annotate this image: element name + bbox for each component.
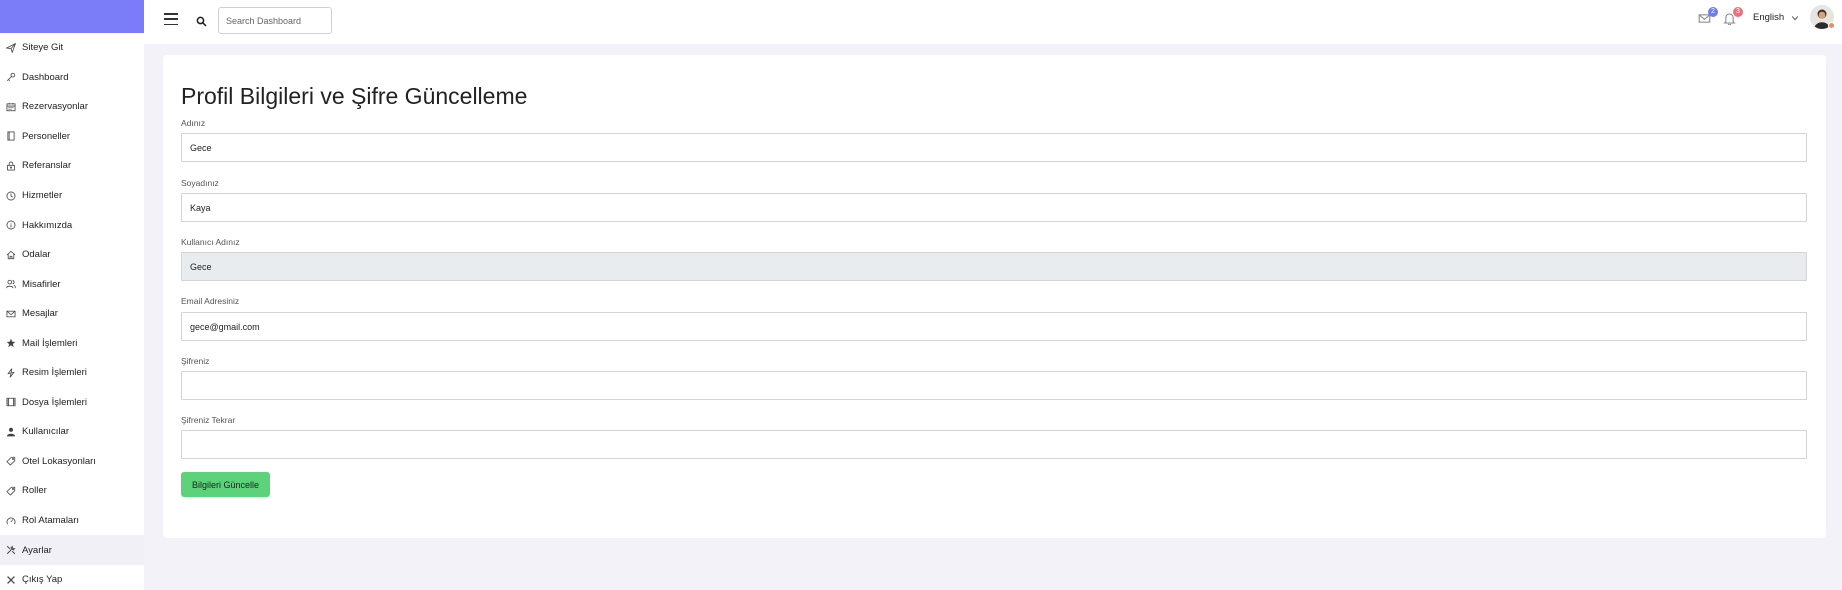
star-icon	[5, 337, 17, 349]
profile-card: Profil Bilgileri ve Şifre Güncelleme Adı…	[163, 55, 1826, 538]
info-icon	[5, 219, 17, 231]
topbar: 2 3 English	[144, 0, 1842, 44]
sidebar-item-label: Roller	[22, 485, 47, 497]
sidebar-item-hizmetler[interactable]: Hizmetler	[0, 181, 144, 211]
messages-badge: 2	[1708, 7, 1718, 17]
clock-icon	[5, 190, 17, 202]
sidebar-item-referanslar[interactable]: Referanslar	[0, 151, 144, 181]
password-input[interactable]	[181, 371, 1807, 400]
sidebar-item-rol-atamalari[interactable]: Rol Atamaları	[0, 506, 144, 536]
sidebar-item-label: Otel Lokasyonları	[22, 455, 96, 467]
sidebar-item-personeller[interactable]: Personeller	[0, 122, 144, 152]
key-icon	[5, 71, 17, 83]
password-confirm-label: Şifreniz Tekrar	[181, 415, 236, 425]
book-icon	[5, 130, 17, 142]
sidebar-item-label: Çıkış Yap	[22, 574, 63, 586]
sidebar-item-dosya-islemleri[interactable]: Dosya İşlemleri	[0, 388, 144, 418]
gauge-icon	[5, 515, 17, 527]
language-label: English	[1753, 12, 1785, 23]
sidebar-item-resim-islemleri[interactable]: Resim İşlemleri	[0, 358, 144, 388]
sidebar-item-label: Resim İşlemleri	[22, 367, 87, 379]
sidebar-item-label: Ayarlar	[22, 544, 52, 556]
notifications-badge: 3	[1733, 7, 1743, 17]
email-input[interactable]	[181, 312, 1807, 341]
sidebar-item-label: Mail İşlemleri	[22, 337, 78, 349]
first-name-label: Adınız	[181, 118, 206, 128]
sidebar-item-label: Mesajlar	[22, 308, 58, 320]
chevron-down-icon	[1791, 14, 1799, 22]
search-input[interactable]	[218, 7, 332, 34]
sidebar: Siteye Git Dashboard Rezervasyonlar Pers…	[0, 0, 144, 590]
last-name-input[interactable]	[181, 193, 1807, 222]
close-icon	[5, 574, 17, 586]
sidebar-item-label: Hakkımızda	[22, 219, 73, 231]
last-name-label: Soyadınız	[181, 178, 219, 188]
mail-icon	[5, 308, 17, 320]
sidebar-item-label: Hizmetler	[22, 190, 63, 201]
lightning-icon	[5, 367, 17, 379]
sidebar-item-kullanicilar[interactable]: Kullanıcılar	[0, 417, 144, 447]
sidebar-item-label: Referanslar	[22, 160, 72, 172]
sidebar-item-label: Siteye Git	[22, 42, 64, 54]
calendar-icon	[5, 101, 17, 113]
sidebar-item-label: Misafirler	[22, 278, 61, 290]
password-label: Şifreniz	[181, 356, 210, 366]
sidebar-item-label: Personeller	[22, 130, 71, 142]
sidebar-item-label: Dosya İşlemleri	[22, 396, 87, 408]
sidebar-nav: Siteye Git Dashboard Rezervasyonlar Pers…	[0, 33, 144, 590]
page-title: Profil Bilgileri ve Şifre Güncelleme	[181, 83, 528, 109]
update-info-button[interactable]: Bilgileri Güncelle	[181, 472, 270, 497]
tag-icon	[5, 455, 17, 467]
menu-toggle-icon[interactable]	[164, 13, 178, 25]
password-confirm-input[interactable]	[181, 430, 1807, 459]
home-icon	[5, 249, 17, 261]
tag-icon	[5, 485, 17, 497]
email-label: Email Adresiniz	[181, 296, 240, 306]
sidebar-item-siteye-git[interactable]: Siteye Git	[0, 33, 144, 63]
sidebar-item-label: Rezervasyonlar	[22, 101, 88, 113]
film-icon	[5, 396, 17, 408]
notifications-button[interactable]: 3	[1723, 7, 1743, 26]
messages-button[interactable]: 2	[1698, 7, 1718, 26]
search-icon[interactable]	[196, 14, 208, 27]
brand-logo[interactable]	[0, 0, 144, 33]
sidebar-item-ayarlar[interactable]: Ayarlar	[0, 535, 144, 565]
sidebar-item-label: Odalar	[22, 249, 51, 261]
sidebar-item-label: Kullanıcılar	[22, 426, 69, 438]
sidebar-item-mesajlar[interactable]: Mesajlar	[0, 299, 144, 329]
sidebar-item-dashboard[interactable]: Dashboard	[0, 63, 144, 93]
sidebar-item-label: Rol Atamaları	[22, 515, 80, 527]
sidebar-item-rezervasyonlar[interactable]: Rezervasyonlar	[0, 92, 144, 122]
tools-icon	[5, 544, 17, 556]
sidebar-item-otel-lokasyonlari[interactable]: Otel Lokasyonları	[0, 447, 144, 477]
status-dot	[1828, 22, 1835, 29]
sidebar-item-hakkimizda[interactable]: Hakkımızda	[0, 210, 144, 240]
username-label: Kullanıcı Adınız	[181, 237, 240, 247]
sidebar-item-mail-islemleri[interactable]: Mail İşlemleri	[0, 328, 144, 358]
sidebar-item-misafirler[interactable]: Misafirler	[0, 269, 144, 299]
sidebar-item-odalar[interactable]: Odalar	[0, 240, 144, 270]
language-selector[interactable]: English	[1753, 12, 1799, 23]
user-icon	[5, 426, 17, 438]
sidebar-item-roller[interactable]: Roller	[0, 476, 144, 506]
send-icon	[5, 42, 17, 54]
username-input	[181, 252, 1807, 281]
sidebar-item-label: Dashboard	[22, 71, 69, 83]
lock-icon	[5, 160, 17, 172]
users-icon	[5, 278, 17, 290]
first-name-input[interactable]	[181, 133, 1807, 162]
sidebar-item-cikis-yap[interactable]: Çıkış Yap	[0, 565, 144, 590]
